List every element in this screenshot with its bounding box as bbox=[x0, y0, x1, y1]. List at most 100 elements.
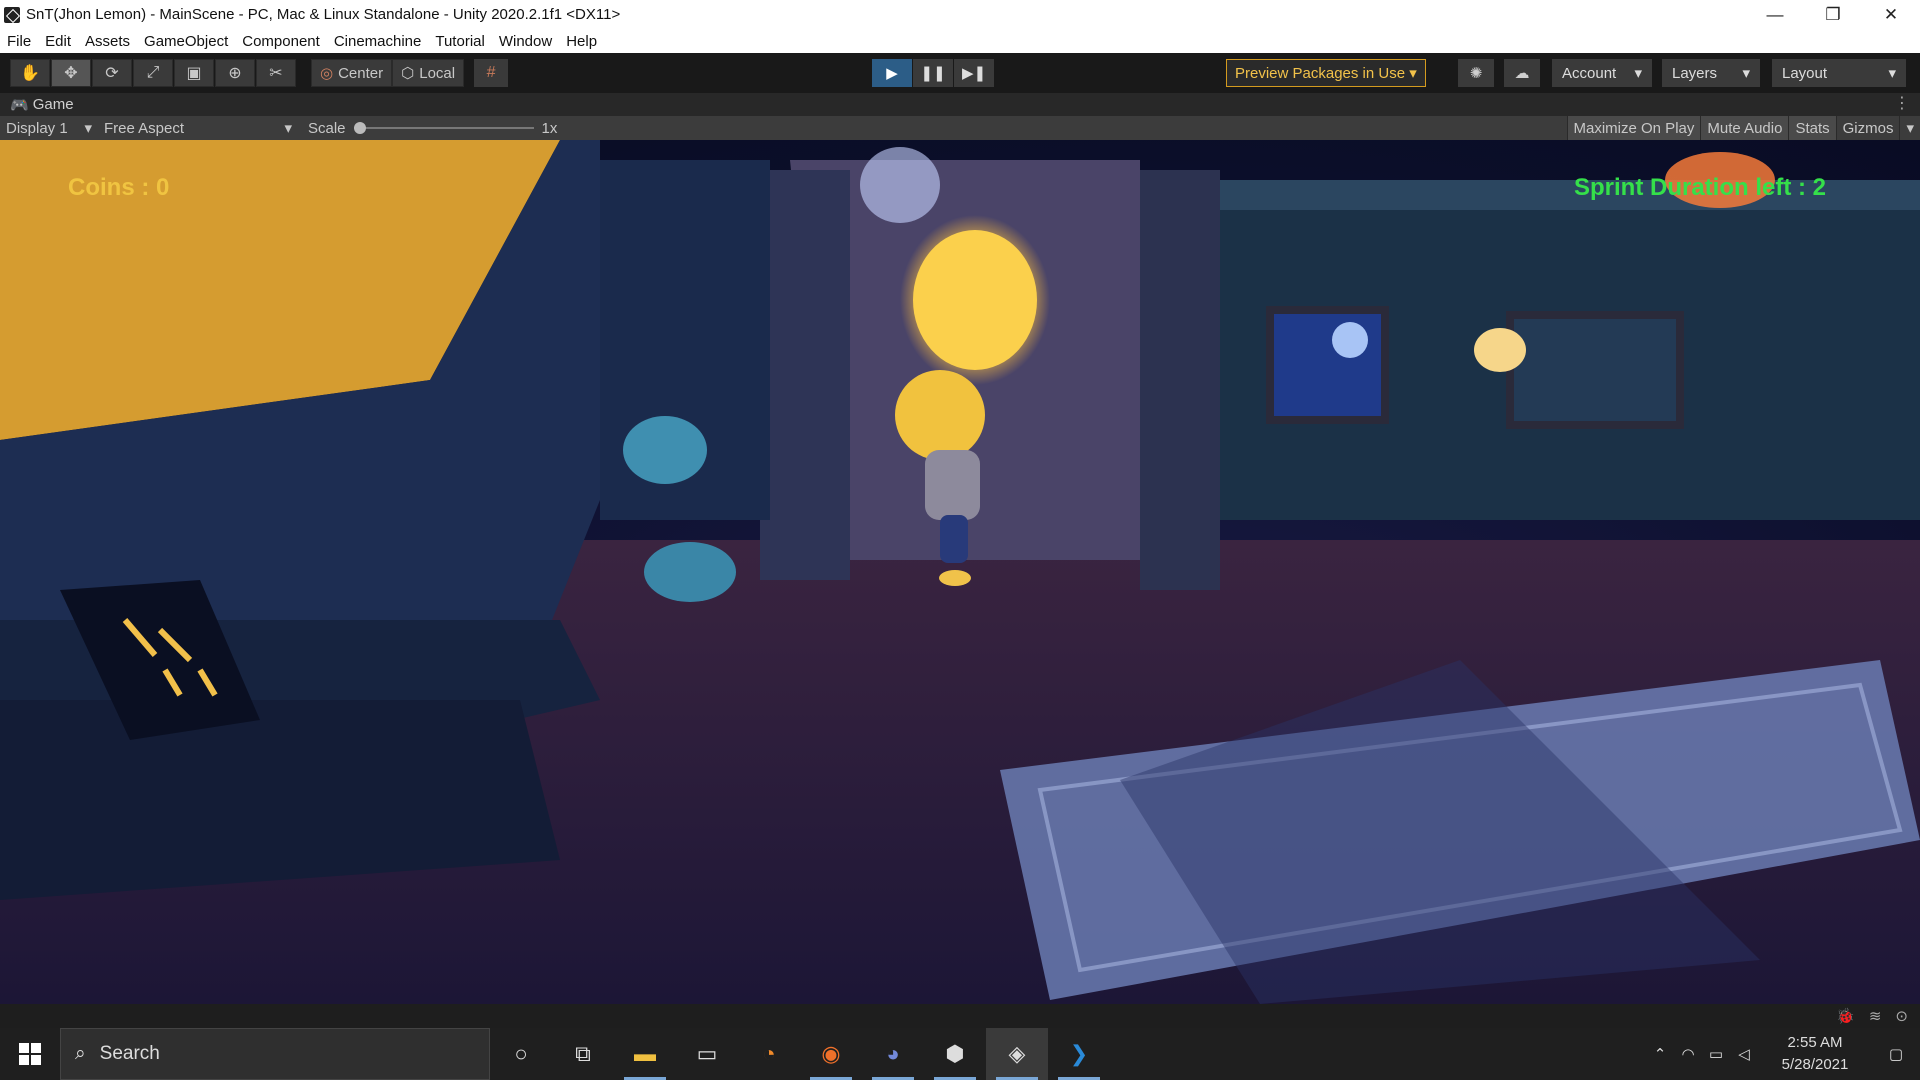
windows-start-button[interactable] bbox=[0, 1028, 60, 1080]
layout-dropdown[interactable]: Layout ▾ bbox=[1772, 59, 1906, 87]
pivot-center-icon: ◎ bbox=[320, 65, 334, 82]
windows-logo-icon bbox=[19, 1043, 41, 1065]
pivot-local-button[interactable]: ⬡ Local bbox=[392, 59, 465, 87]
restore-button[interactable]: ❐ bbox=[1804, 0, 1862, 29]
chevron-down-icon: ▾ bbox=[1634, 65, 1642, 82]
file-explorer-icon[interactable]: ▬ bbox=[614, 1028, 676, 1080]
hand-tool-icon[interactable]: ✋ bbox=[10, 59, 50, 87]
menu-assets[interactable]: Assets bbox=[78, 33, 137, 50]
ghost bbox=[860, 147, 940, 223]
layout-label: Layout bbox=[1782, 64, 1828, 82]
more-options-icon[interactable]: ⋮ bbox=[1894, 93, 1910, 113]
tab-game-label: Game bbox=[32, 96, 74, 113]
menu-gameobject[interactable]: GameObject bbox=[137, 33, 235, 50]
pivot-center-button[interactable]: ◎ Center bbox=[311, 59, 393, 87]
taskbar-search[interactable]: ⌕ Search bbox=[60, 1028, 490, 1080]
unity-editor-icon[interactable]: ◈ bbox=[986, 1028, 1048, 1080]
gamepad-icon: 🎮 bbox=[10, 96, 29, 114]
menu-edit[interactable]: Edit bbox=[38, 33, 78, 50]
check-circle-icon[interactable]: ⊙ bbox=[1895, 1007, 1908, 1025]
unity-hub-icon[interactable]: ⬢ bbox=[924, 1028, 986, 1080]
scale-tool-icon[interactable]: ⤢ bbox=[133, 59, 173, 87]
chevron-down-icon: ▾ bbox=[1742, 65, 1750, 82]
display-dropdown[interactable]: Display 1 ▾ bbox=[0, 116, 98, 140]
menu-component[interactable]: Component bbox=[235, 33, 327, 50]
pivot-toggles: ◎ Center ⬡ Local bbox=[311, 59, 465, 87]
transform-tools: ✋ ✥ ⟳ ⤢ ▣ ⊕ ✂ bbox=[10, 59, 297, 87]
close-button[interactable]: ✕ bbox=[1862, 0, 1920, 29]
transform-tool-icon[interactable]: ⊕ bbox=[215, 59, 255, 87]
account-dropdown[interactable]: Account ▾ bbox=[1552, 59, 1652, 87]
step-button[interactable]: ▶❚ bbox=[954, 59, 994, 87]
move-tool-icon[interactable]: ✥ bbox=[51, 59, 91, 87]
window-titlebar: SnT(Jhon Lemon) - MainScene - PC, Mac & … bbox=[0, 0, 1920, 29]
scale-slider[interactable] bbox=[353, 122, 534, 134]
firefox-icon[interactable]: ◉ bbox=[800, 1028, 862, 1080]
main-toolbar: ✋ ✥ ⟳ ⤢ ▣ ⊕ ✂ ◎ Center ⬡ Local # ▶ ❚❚ ▶❚ P… bbox=[0, 53, 1920, 93]
system-tray: ⌃ ◠ ▭ ◁ 2:55 AM 5/28/2021 ▢ bbox=[1646, 1028, 1920, 1080]
volume-icon[interactable]: ◁ bbox=[1730, 1045, 1758, 1063]
character-body bbox=[925, 450, 980, 520]
play-controls: ▶ ❚❚ ▶❚ bbox=[872, 59, 995, 87]
menu-window[interactable]: Window bbox=[492, 33, 559, 50]
notification-icon[interactable]: ▢ bbox=[1872, 1045, 1920, 1063]
vscode-icon[interactable]: ❯ bbox=[1048, 1028, 1110, 1080]
rect-tool-icon[interactable]: ▣ bbox=[174, 59, 214, 87]
pivot-center-label: Center bbox=[338, 64, 384, 82]
play-button[interactable]: ▶ bbox=[872, 59, 912, 87]
game-viewport[interactable]: Coins : 0 Sprint Duration left : 2 bbox=[0, 140, 1920, 1004]
discord-icon[interactable]: ◕ bbox=[862, 1028, 924, 1080]
window-title: SnT(Jhon Lemon) - MainScene - PC, Mac & … bbox=[26, 6, 621, 23]
cloud-icon[interactable]: ☁ bbox=[1504, 59, 1540, 87]
windows-taskbar: ⌕ Search ○ ⧉ ▬ ▭ ◔ ◉ ◕ ⬢ ◈ ❯ ⌃ ◠ ▭ ◁ 2:5… bbox=[0, 1028, 1920, 1080]
preview-packages-button[interactable]: Preview Packages in Use ▾ bbox=[1226, 59, 1426, 87]
bug-icon[interactable]: 🐞 bbox=[1836, 1007, 1855, 1025]
custom-tool-icon[interactable]: ✂ bbox=[256, 59, 296, 87]
blender-icon[interactable]: ◔ bbox=[738, 1028, 800, 1080]
scale-label: Scale bbox=[308, 119, 346, 137]
rotate-tool-icon[interactable]: ⟳ bbox=[92, 59, 132, 87]
minimize-button[interactable]: — bbox=[1746, 0, 1804, 29]
layers-dropdown[interactable]: Layers ▾ bbox=[1662, 59, 1760, 87]
chevron-down-icon: ▾ bbox=[1888, 65, 1896, 82]
scale-slider-handle[interactable] bbox=[353, 122, 366, 134]
game-tab-bar: 🎮 Game ⋮ bbox=[0, 93, 1920, 116]
pause-button[interactable]: ❚❚ bbox=[913, 59, 953, 87]
sprint-duration-text: Sprint Duration left : 2 bbox=[1574, 174, 1826, 201]
wifi-icon[interactable]: ◠ bbox=[1674, 1045, 1702, 1063]
pivot-local-icon: ⬡ bbox=[401, 65, 415, 82]
chevron-down-icon: ▾ bbox=[84, 120, 92, 137]
grid-snap-icon[interactable]: # bbox=[474, 59, 509, 87]
cortana-icon[interactable]: ○ bbox=[490, 1028, 552, 1080]
clock-time: 2:55 AM bbox=[1787, 1034, 1843, 1051]
clock-date: 5/28/2021 bbox=[1781, 1056, 1849, 1073]
account-label: Account bbox=[1562, 64, 1617, 82]
tab-game[interactable]: 🎮 Game bbox=[0, 96, 74, 114]
task-view-icon[interactable]: ⧉ bbox=[552, 1028, 614, 1080]
door-post-right bbox=[1140, 170, 1220, 590]
terminal-icon[interactable]: ▭ bbox=[676, 1028, 738, 1080]
display-label: Display 1 bbox=[6, 119, 68, 137]
collab-icon[interactable]: ✺ bbox=[1458, 59, 1494, 87]
layers-status-icon[interactable]: ≋ bbox=[1869, 1007, 1882, 1025]
mute-audio-toggle[interactable]: Mute Audio bbox=[1700, 116, 1789, 140]
taskbar-clock[interactable]: 2:55 AM 5/28/2021 bbox=[1770, 1032, 1860, 1076]
gizmos-dropdown-icon[interactable]: ▾ bbox=[1899, 116, 1920, 140]
aspect-dropdown[interactable]: Free Aspect ▾ bbox=[98, 116, 298, 140]
game-scene bbox=[0, 140, 1920, 1004]
battery-icon[interactable]: ▭ bbox=[1702, 1045, 1730, 1063]
maximize-on-play-toggle[interactable]: Maximize On Play bbox=[1566, 116, 1701, 140]
unity-logo-icon bbox=[4, 6, 20, 23]
chair-back bbox=[623, 416, 707, 484]
menu-tutorial[interactable]: Tutorial bbox=[428, 33, 491, 50]
menu-bar: File Edit Assets GameObject Component Ci… bbox=[0, 29, 1920, 53]
game-view-controls: Display 1 ▾ Free Aspect ▾ Scale 1x Maximiz… bbox=[0, 116, 1920, 140]
stats-toggle[interactable]: Stats bbox=[1788, 116, 1836, 140]
gizmos-toggle[interactable]: Gizmos bbox=[1835, 116, 1900, 140]
editor-status-bar: 🐞 ≋ ⊙ bbox=[0, 1004, 1920, 1028]
chevron-down-icon: ▾ bbox=[284, 120, 292, 137]
chevron-up-icon[interactable]: ⌃ bbox=[1646, 1045, 1674, 1063]
menu-help[interactable]: Help bbox=[559, 33, 604, 50]
menu-cinemachine[interactable]: Cinemachine bbox=[327, 33, 429, 50]
menu-file[interactable]: File bbox=[0, 33, 38, 50]
